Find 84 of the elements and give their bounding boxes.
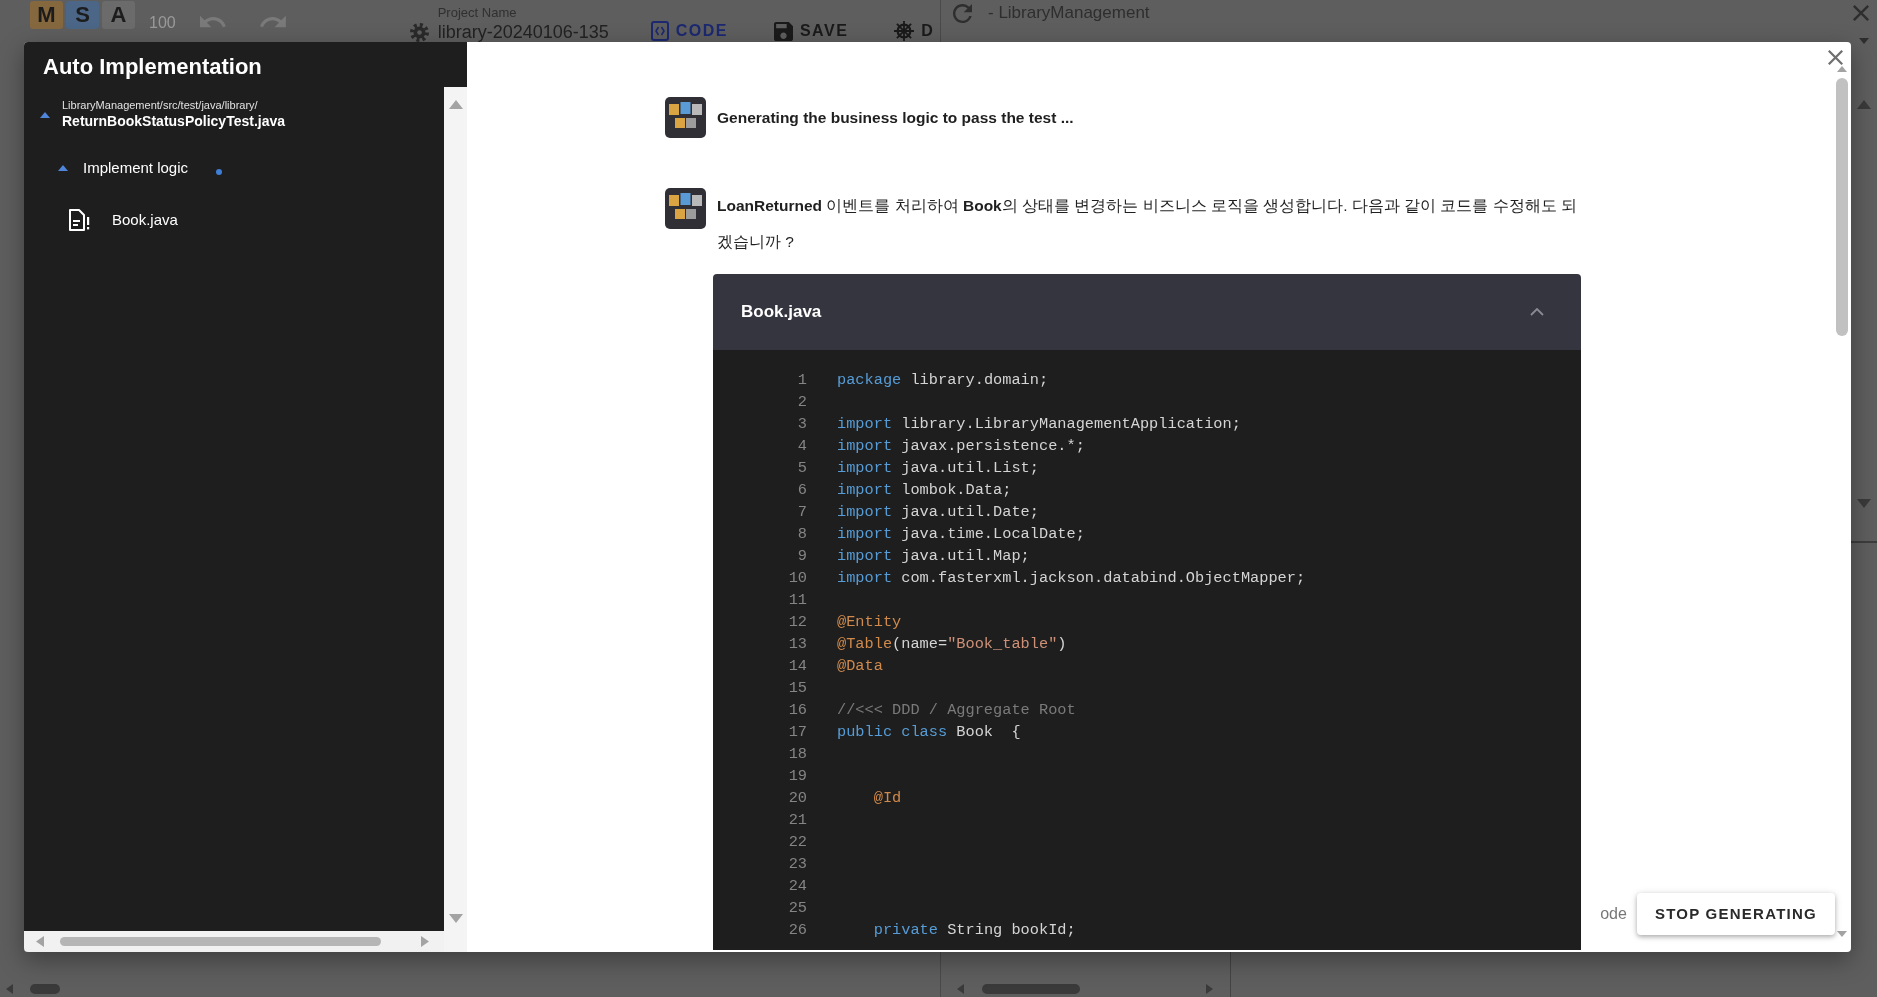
arrow-left-icon[interactable] (957, 984, 964, 994)
folder-path: LibraryManagement/src/test/java/library/ (62, 98, 259, 112)
code-line: package library.domain; (837, 370, 1049, 391)
arrow-right-icon[interactable] (1206, 984, 1213, 994)
line-number: 10 (787, 568, 807, 589)
partial-label: ode (1600, 904, 1627, 924)
logo-letter: S (66, 1, 99, 29)
logo-letter: A (102, 1, 135, 29)
close-icon[interactable] (1853, 5, 1869, 21)
line-number: 7 (796, 502, 807, 523)
helm-wheel-icon (894, 21, 915, 41)
code-line: import java.time.LocalDate; (837, 524, 1085, 545)
document-alert-icon (69, 209, 90, 231)
code-brackets-icon (650, 21, 669, 41)
code-line: private String bookId; (872, 920, 1076, 941)
code-line: @Id (872, 788, 902, 809)
arrow-down-icon[interactable] (1857, 499, 1871, 508)
close-icon[interactable] (1828, 50, 1843, 65)
line-number: 6 (796, 480, 807, 501)
line-number: 16 (787, 700, 807, 721)
stop-generating-button[interactable]: STOP GENERATING (1636, 893, 1835, 935)
line-number: 3 (796, 414, 807, 435)
code-line: @Data (837, 656, 883, 677)
line-number: 15 (787, 678, 807, 699)
arrow-right-icon[interactable] (421, 936, 429, 947)
line-number: 22 (787, 832, 807, 853)
caret-up-icon[interactable] (40, 111, 50, 118)
avatar-icon (665, 188, 706, 229)
message-text: LoanReturned 이벤트를 처리하여 Book의 상태를 변경하는 비즈니스 로직을 생성합니다. 다음과 같이 코드를 수정해도 되겠습니까 ? (717, 196, 1579, 252)
test-file-item[interactable]: ReturnBookStatusPolicyTest.java (62, 112, 286, 131)
code-line: @Table(name="Book_table") (837, 634, 1067, 655)
line-number: 11 (787, 590, 807, 611)
line-number: 17 (787, 722, 807, 743)
arrow-left-icon[interactable] (6, 984, 13, 994)
scrollbar-thumb[interactable] (982, 984, 1080, 994)
refresh-icon[interactable] (953, 3, 972, 23)
arrow-down-icon[interactable] (1837, 931, 1847, 937)
line-number: 14 (787, 656, 807, 677)
line-number: 9 (796, 546, 807, 567)
tree-item[interactable]: Implement logic (83, 153, 189, 183)
code-line: import java.util.List; (837, 458, 1039, 479)
line-number: 18 (787, 744, 807, 765)
message-text: Generating the business logic to pass the test ... (717, 107, 1074, 128)
line-number: 26 (787, 920, 807, 941)
line-number: 2 (796, 392, 807, 413)
line-number: 23 (787, 854, 807, 875)
arrow-up-icon[interactable] (1837, 66, 1847, 72)
line-number: 13 (787, 634, 807, 655)
arrow-down-icon[interactable] (448, 914, 463, 923)
code-line: @Entity (837, 612, 902, 633)
scrollbar-thumb[interactable] (30, 984, 60, 994)
line-number: 19 (787, 766, 807, 787)
scrollbar-thumb[interactable] (1836, 78, 1848, 336)
arrow-up-icon[interactable] (1857, 100, 1871, 109)
logo-letter: M (30, 1, 63, 29)
caret-up-icon[interactable] (58, 165, 68, 171)
code-line: public class Book { (837, 722, 1021, 743)
code-line: import javax.persistence.*; (837, 436, 1085, 457)
code-line: import lombok.Data; (837, 480, 1012, 501)
line-number: 24 (787, 876, 807, 897)
line-number: 1 (796, 370, 807, 391)
zoom-level: 100 (149, 13, 176, 33)
code-panel-header[interactable]: Book.java (713, 274, 1581, 350)
scrollbar-thumb[interactable] (60, 937, 381, 946)
line-number: 8 (796, 524, 807, 545)
arrow-up-icon[interactable] (448, 100, 463, 109)
line-number: 4 (796, 436, 807, 457)
caret-down-icon[interactable] (1859, 38, 1869, 44)
avatar-icon (665, 97, 706, 138)
chevron-up-icon[interactable] (1530, 308, 1544, 316)
line-number: 21 (787, 810, 807, 831)
code-line: import library.LibraryManagementApplication; (837, 414, 1241, 435)
code-line: //<<< DDD / Aggregate Root (837, 700, 1076, 721)
code-line: import java.util.Date; (837, 502, 1039, 523)
settings-icon[interactable] (409, 23, 429, 42)
line-number: 25 (787, 898, 807, 919)
line-number: 12 (787, 612, 807, 633)
dialog-title: Auto Implementation (42, 53, 263, 81)
code-line: import com.fasterxml.jackson.databind.ObjectMapper; (837, 568, 1306, 589)
line-number: 20 (787, 788, 807, 809)
line-number: 5 (796, 458, 807, 479)
code-line: import java.util.Map; (837, 546, 1030, 567)
arrow-left-icon[interactable] (36, 936, 44, 947)
file-item[interactable]: Book.java (112, 205, 178, 235)
